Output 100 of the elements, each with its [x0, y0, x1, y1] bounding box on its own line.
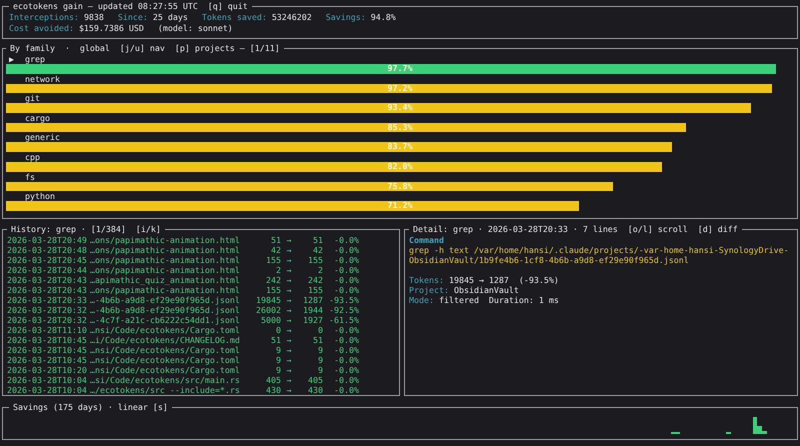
percent-label: 83.7%	[388, 142, 412, 152]
before-cell-text: 405	[265, 375, 281, 385]
stat-value: 9838	[84, 12, 104, 22]
arrow-glyph: →	[286, 335, 292, 345]
stat-value: 94.8%	[370, 12, 396, 22]
change-cell-text: -0.0%	[333, 265, 359, 275]
change-cell-text: -0.0%	[333, 245, 359, 255]
arrow-glyph: →	[286, 265, 292, 275]
before-cell-text: 51	[270, 335, 281, 345]
change-cell-text: -0.0%	[333, 365, 359, 375]
change-cell-text: -0.0%	[333, 325, 359, 335]
family-label[interactable]: cargo	[25, 112, 50, 123]
stat-value: $159.7386 USD	[78, 23, 144, 33]
before-cell-text: 155	[265, 285, 281, 295]
file-cell: …apimathic_quiz_animation.html	[90, 275, 240, 285]
percent-label: 82.0%	[388, 162, 412, 172]
family-label[interactable]: python	[25, 191, 55, 202]
change-cell-text: -0.0%	[333, 255, 359, 265]
change-cell-text: -93.5%	[328, 295, 359, 305]
change-cell-text: -0.0%	[333, 335, 359, 345]
arrow-glyph: →	[286, 375, 292, 385]
panel-title: History: grep · [1/384] [i/k]	[10, 224, 162, 235]
file-cell: …nsi/Code/ecotokens/Cargo.toml	[90, 345, 240, 355]
stat-value: (model: sonnet)	[158, 23, 233, 33]
file-cell: …nsi/Code/ecotokens/Cargo.toml	[90, 365, 240, 375]
change-cell-text: -0.0%	[333, 385, 359, 395]
file-cell: …i/Code/ecotokens/CHANGELOG.md	[90, 335, 240, 345]
change-cell-text: -0.0%	[333, 285, 359, 295]
time-cell-text: 2026-03-28T20:44	[7, 265, 88, 275]
file-cell: …ons/papimathic-animation.html	[90, 265, 240, 275]
after-cell-text: 9	[317, 355, 323, 365]
stat-label: Interceptions:	[9, 12, 79, 22]
time-cell-text: 2026-03-28T20:49	[7, 235, 88, 245]
after-cell-text: 1944	[302, 305, 323, 315]
change-cell-text: -0.0%	[333, 275, 359, 285]
selection-marker: ▶	[9, 54, 14, 64]
file-cell: …ons/papimathic-animation.html	[90, 245, 240, 255]
before-cell-text: 9	[275, 345, 281, 355]
arrow-glyph: →	[286, 295, 292, 305]
time-cell-text: 2026-03-28T20:33	[7, 295, 88, 305]
arrow-glyph: →	[286, 305, 292, 315]
percent-label: 97.2%	[388, 84, 412, 94]
arrow-glyph: →	[286, 365, 292, 375]
change-cell-text: -0.0%	[333, 345, 359, 355]
time-cell-text: 2026-03-28T20:32	[7, 305, 88, 315]
file-cell: …ons/papimathic-animation.html	[90, 255, 240, 265]
file-cell: …-4c7f-a21c-cb6222c54dd1.jsonl	[90, 315, 240, 325]
arrow-glyph: →	[286, 245, 292, 255]
family-label[interactable]: git	[25, 93, 40, 104]
field-value: ObsidianVault	[454, 285, 519, 295]
after-cell-text: 2	[317, 265, 323, 275]
time-cell-text: 2026-03-28T20:32	[7, 315, 88, 325]
before-cell-text: 430	[265, 385, 281, 395]
arrow-glyph: →	[286, 275, 292, 285]
time-cell-text: 2026-03-28T20:45	[7, 255, 88, 265]
before-cell-text: 9	[275, 365, 281, 375]
time-cell-text: 2026-03-28T20:43	[7, 285, 88, 295]
before-cell-text: 242	[265, 275, 281, 285]
after-cell-text: 1927	[302, 315, 323, 325]
percent-label: 85.3%	[388, 122, 412, 132]
before-cell-text: 19845	[255, 295, 281, 305]
change-cell-text: -0.0%	[333, 235, 359, 245]
time-cell-text: 2026-03-28T10:45	[7, 345, 88, 355]
family-label[interactable]: generic	[25, 132, 60, 142]
after-cell-text: 155	[307, 255, 323, 265]
file-cell: …/ecotokens/src --include=*.rs	[90, 385, 240, 395]
family-label[interactable]: cpp	[25, 152, 40, 162]
time-cell-text: 2026-03-28T20:48	[7, 245, 88, 255]
change-cell-text: -92.5%	[328, 305, 359, 315]
family-label[interactable]: grep	[25, 54, 45, 64]
panel-title: Detail: grep · 2026-03-28T20:33 · 7 lines [o/l] scroll [d] diff	[412, 224, 739, 235]
arrow-glyph: →	[286, 255, 292, 265]
time-cell-text: 2026-03-28T20:43	[7, 275, 88, 285]
time-cell-text: 2026-03-28T11:10	[7, 325, 88, 335]
stat-label: Cost avoided:	[9, 23, 74, 33]
before-cell-text: 155	[265, 255, 281, 265]
section-heading: Command	[409, 235, 445, 245]
stat-label: Tokens saved:	[202, 12, 267, 22]
before-cell-text: 26002	[255, 305, 281, 315]
file-cell: …ons/papimathic-animation.html	[90, 285, 240, 295]
after-cell-text: 51	[312, 235, 323, 245]
before-cell-text: 42	[270, 245, 281, 255]
before-cell-text: 5000	[260, 315, 281, 325]
percent-label: 71.2%	[388, 201, 412, 211]
before-cell-text: 9	[275, 355, 281, 365]
time-cell-text: 2026-03-28T10:04	[7, 375, 88, 385]
after-cell-text: 430	[307, 385, 323, 395]
before-cell-text: 51	[270, 235, 281, 245]
file-cell: …-4b6b-a9d8-ef29e90f965d.jsonl	[90, 305, 240, 315]
field-label: Project:	[409, 285, 449, 295]
after-cell-text: 9	[317, 365, 323, 375]
stat-label: Savings:	[326, 12, 366, 22]
percent-label: 93.4%	[388, 103, 412, 113]
time-cell-text: 2026-03-28T10:04	[7, 385, 88, 395]
file-cell: …nsi/Code/ecotokens/Cargo.toml	[90, 325, 240, 335]
family-label[interactable]: network	[25, 74, 60, 84]
time-cell-text: 2026-03-28T10:20	[7, 365, 88, 375]
family-label[interactable]: fs	[25, 172, 35, 182]
arrow-glyph: →	[286, 355, 292, 365]
before-cell-text: 2	[275, 265, 281, 275]
